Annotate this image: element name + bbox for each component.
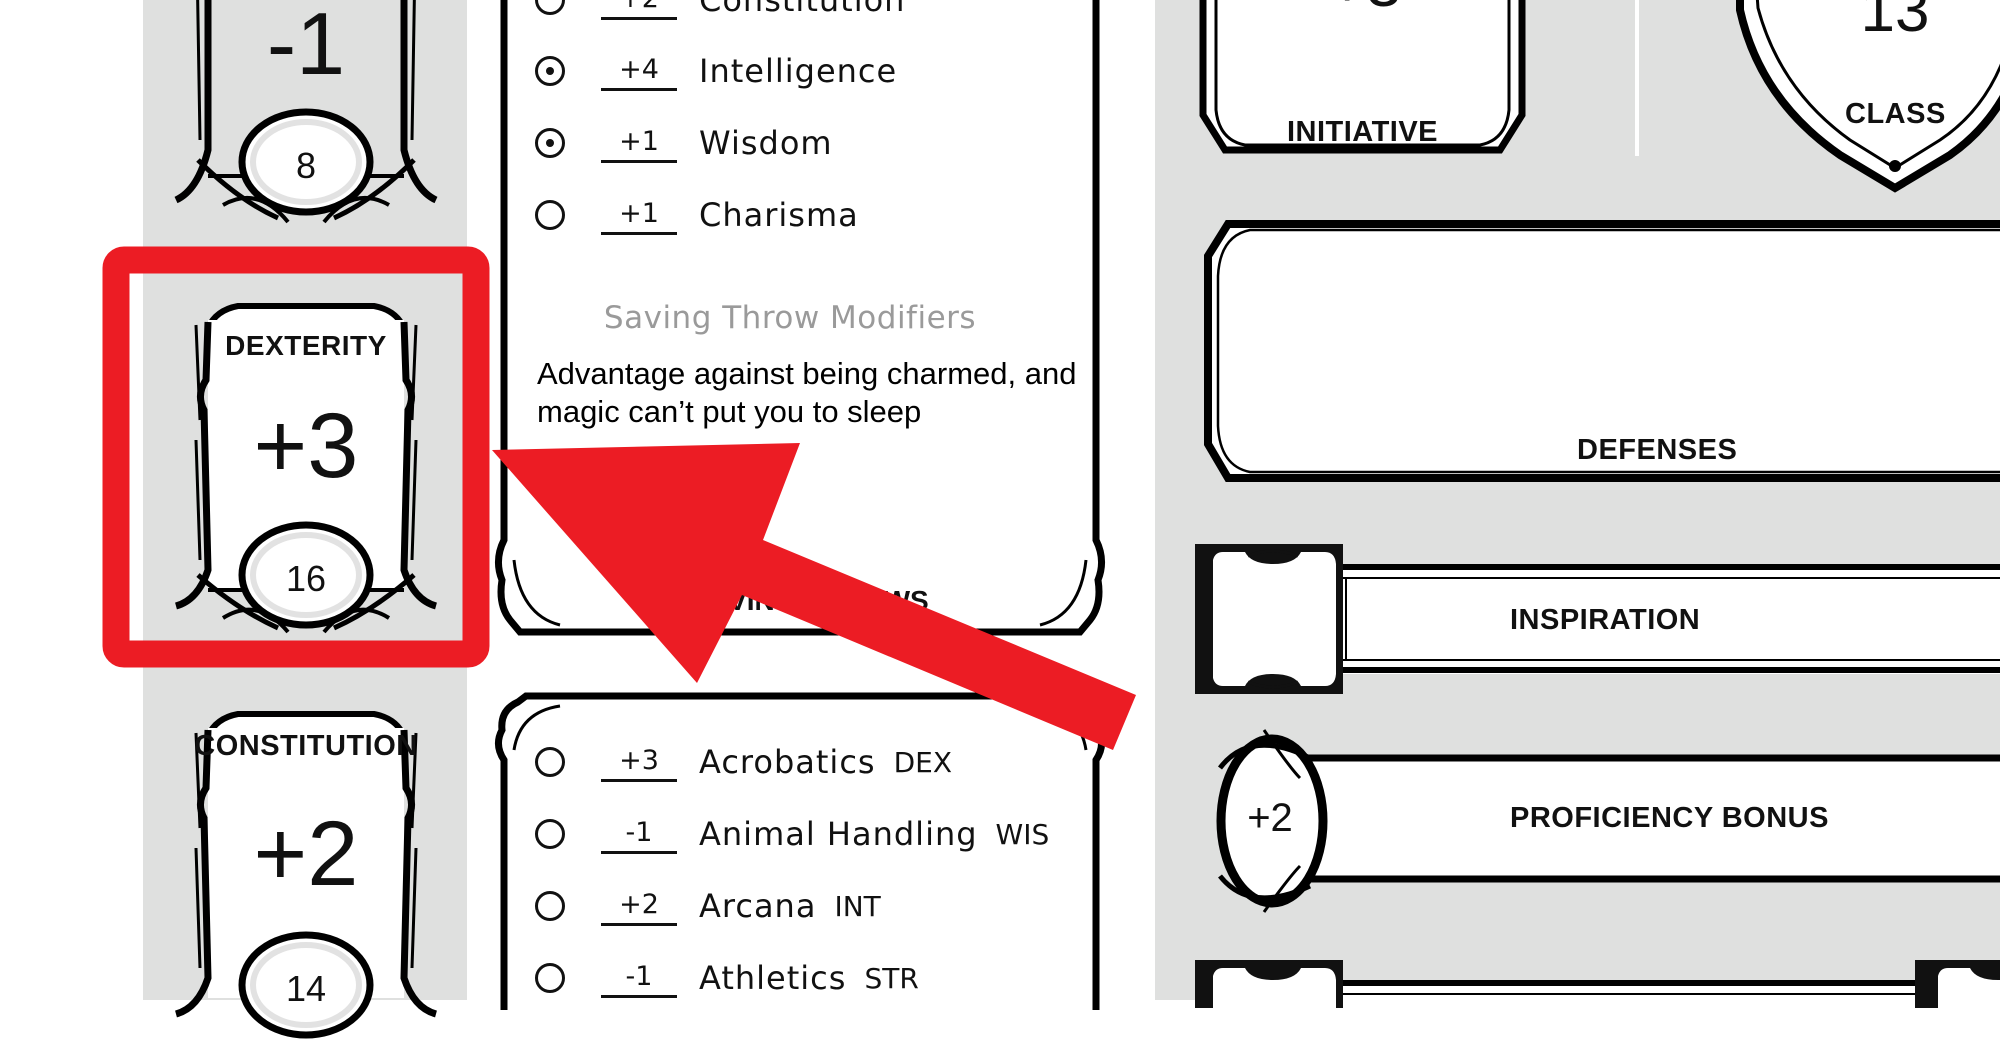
arrow-icon (492, 443, 1136, 750)
highlight-box (102, 246, 490, 668)
highlight-overlay (102, 246, 1136, 750)
